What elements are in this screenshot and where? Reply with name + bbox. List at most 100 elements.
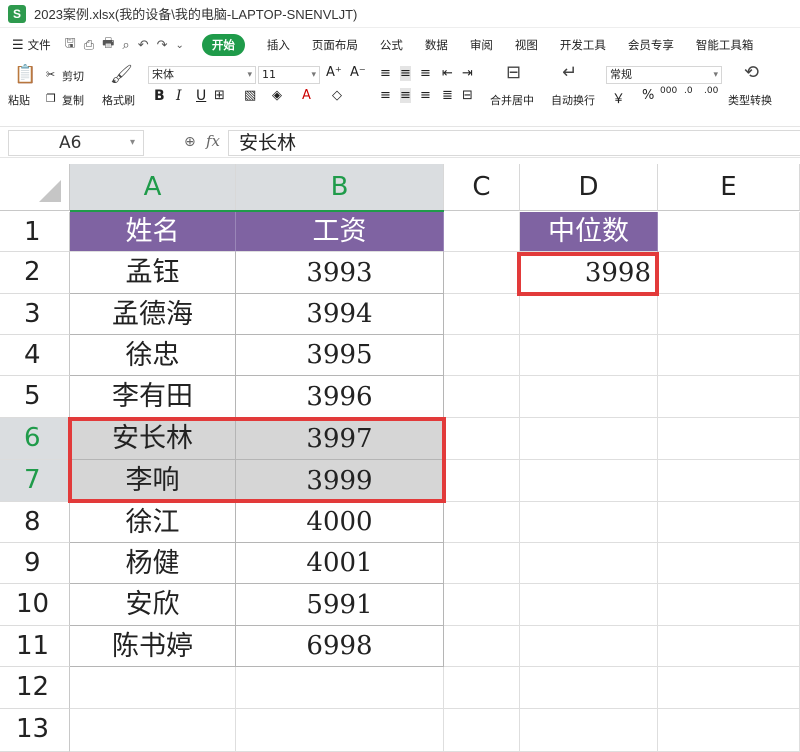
row-header-9[interactable]: 9 — [0, 543, 70, 584]
empty-cell[interactable] — [444, 212, 520, 252]
empty-cell[interactable] — [658, 626, 800, 667]
salary-cell[interactable]: 3996 — [236, 376, 444, 418]
underline-button[interactable]: U — [196, 88, 206, 104]
font-size-select[interactable]: 11 ▾ — [258, 66, 320, 84]
file-menu[interactable]: ☰ 文件 — [12, 37, 51, 53]
tab-start[interactable]: 开始 — [201, 34, 245, 56]
row-header-8[interactable]: 8 — [0, 502, 70, 543]
redo-icon[interactable]: ↷ — [157, 38, 168, 53]
empty-cell[interactable] — [444, 709, 520, 752]
decrease-decimal-icon[interactable]: .00 — [704, 86, 718, 96]
empty-cell[interactable] — [444, 294, 520, 335]
empty-cell[interactable] — [444, 667, 520, 709]
empty-cell[interactable] — [236, 709, 444, 752]
empty-cell[interactable] — [658, 212, 800, 252]
border-icon[interactable]: ⊞ — [214, 88, 225, 103]
thousands-separator-icon[interactable]: 000 — [660, 86, 677, 96]
empty-cell[interactable] — [520, 709, 658, 752]
column-header-e[interactable]: E — [658, 164, 800, 211]
wrap-text-button[interactable]: 自动换行 — [551, 92, 595, 108]
cell-style-icon[interactable]: ▧ — [244, 88, 256, 103]
align-bottom-icon[interactable]: ≡ — [420, 66, 431, 81]
number-format-select[interactable]: 常规 ▾ — [606, 66, 722, 84]
empty-cell[interactable] — [444, 584, 520, 626]
tab-view[interactable]: 视图 — [515, 37, 538, 53]
salary-cell[interactable]: 6998 — [236, 626, 444, 667]
row-header-7[interactable]: 7 — [0, 460, 70, 502]
preview-icon[interactable]: ⌕ — [122, 38, 129, 53]
font-name-select[interactable]: 宋体 ▾ — [148, 66, 256, 84]
salary-cell[interactable]: 3997 — [236, 418, 444, 460]
row-header-5[interactable]: 5 — [0, 376, 70, 418]
increase-font-icon[interactable]: A⁺ — [326, 65, 342, 80]
empty-cell[interactable] — [658, 294, 800, 335]
empty-cell[interactable] — [236, 667, 444, 709]
align-center-icon[interactable]: ≡ — [400, 88, 411, 103]
save-icon[interactable]: 🖫 — [65, 34, 76, 56]
empty-cell[interactable] — [658, 376, 800, 418]
column-header-c[interactable]: C — [444, 164, 520, 211]
row-header-4[interactable]: 4 — [0, 335, 70, 376]
empty-cell[interactable] — [658, 460, 800, 502]
empty-cell[interactable] — [658, 543, 800, 584]
customize-chevron-icon[interactable]: ⌄ — [176, 40, 184, 51]
tab-data[interactable]: 数据 — [425, 37, 448, 53]
row-header-11[interactable]: 11 — [0, 626, 70, 667]
italic-button[interactable]: I — [176, 88, 182, 104]
row-header-1[interactable]: 1 — [0, 212, 70, 252]
empty-cell[interactable] — [658, 667, 800, 709]
empty-cell[interactable] — [70, 709, 236, 752]
wrap-text-icon[interactable]: ↵ — [562, 62, 577, 83]
empty-cell[interactable] — [520, 460, 658, 502]
indent-increase-icon[interactable]: ⇥ — [462, 66, 473, 81]
format-painter-button[interactable]: 格式刷 — [102, 92, 135, 108]
column-header-d[interactable]: D — [520, 164, 658, 211]
function-icon[interactable]: fx — [206, 132, 220, 150]
align-left-icon[interactable]: ≡ — [380, 88, 391, 103]
percent-button[interactable]: % — [642, 88, 654, 103]
median-header[interactable]: 中位数 — [520, 212, 658, 252]
merge-center-button[interactable]: 合并居中 — [490, 92, 534, 108]
copy-icon[interactable]: ❐ — [46, 92, 56, 105]
column-header-a[interactable]: A — [70, 164, 236, 211]
salary-cell[interactable]: 4000 — [236, 502, 444, 543]
tab-formulas[interactable]: 公式 — [380, 37, 403, 53]
empty-cell[interactable] — [520, 667, 658, 709]
align-middle-icon[interactable]: ≡ — [400, 66, 411, 81]
empty-cell[interactable] — [444, 252, 520, 294]
empty-cell[interactable] — [444, 335, 520, 376]
name-cell[interactable]: 孟钰 — [70, 252, 236, 294]
zoom-icon[interactable]: ⊕ — [184, 134, 196, 150]
name-cell[interactable]: 李响 — [70, 460, 236, 502]
empty-cell[interactable] — [444, 626, 520, 667]
empty-cell[interactable] — [444, 460, 520, 502]
salary-cell[interactable]: 3995 — [236, 335, 444, 376]
distribute-icon[interactable]: ⊟ — [462, 88, 473, 103]
cut-icon[interactable]: ✂ — [46, 68, 55, 81]
table-header-salary[interactable]: 工资 — [236, 212, 444, 252]
empty-cell[interactable] — [520, 584, 658, 626]
tab-page-layout[interactable]: 页面布局 — [312, 37, 358, 53]
empty-cell[interactable] — [520, 294, 658, 335]
merge-center-icon[interactable]: ⊟ — [506, 62, 521, 83]
copy-button[interactable]: 复制 — [62, 92, 84, 108]
empty-cell[interactable] — [520, 335, 658, 376]
empty-cell[interactable] — [658, 709, 800, 752]
select-all-corner[interactable] — [0, 164, 70, 211]
empty-cell[interactable] — [444, 418, 520, 460]
align-right-icon[interactable]: ≡ — [420, 88, 431, 103]
name-cell[interactable]: 陈书婷 — [70, 626, 236, 667]
empty-cell[interactable] — [520, 376, 658, 418]
type-convert-button[interactable]: 类型转换 — [728, 92, 772, 108]
format-painter-icon[interactable]: 🖌 — [110, 64, 133, 85]
align-top-icon[interactable]: ≡ — [380, 66, 391, 81]
row-header-12[interactable]: 12 — [0, 667, 70, 709]
salary-cell[interactable]: 3993 — [236, 252, 444, 294]
indent-decrease-icon[interactable]: ⇤ — [442, 66, 453, 81]
empty-cell[interactable] — [444, 502, 520, 543]
name-cell[interactable]: 杨健 — [70, 543, 236, 584]
tab-developer[interactable]: 开发工具 — [560, 37, 606, 53]
type-convert-icon[interactable]: ⟲ — [744, 62, 759, 83]
name-cell[interactable]: 安欣 — [70, 584, 236, 626]
fill-color-icon[interactable]: ◈ — [272, 88, 282, 103]
